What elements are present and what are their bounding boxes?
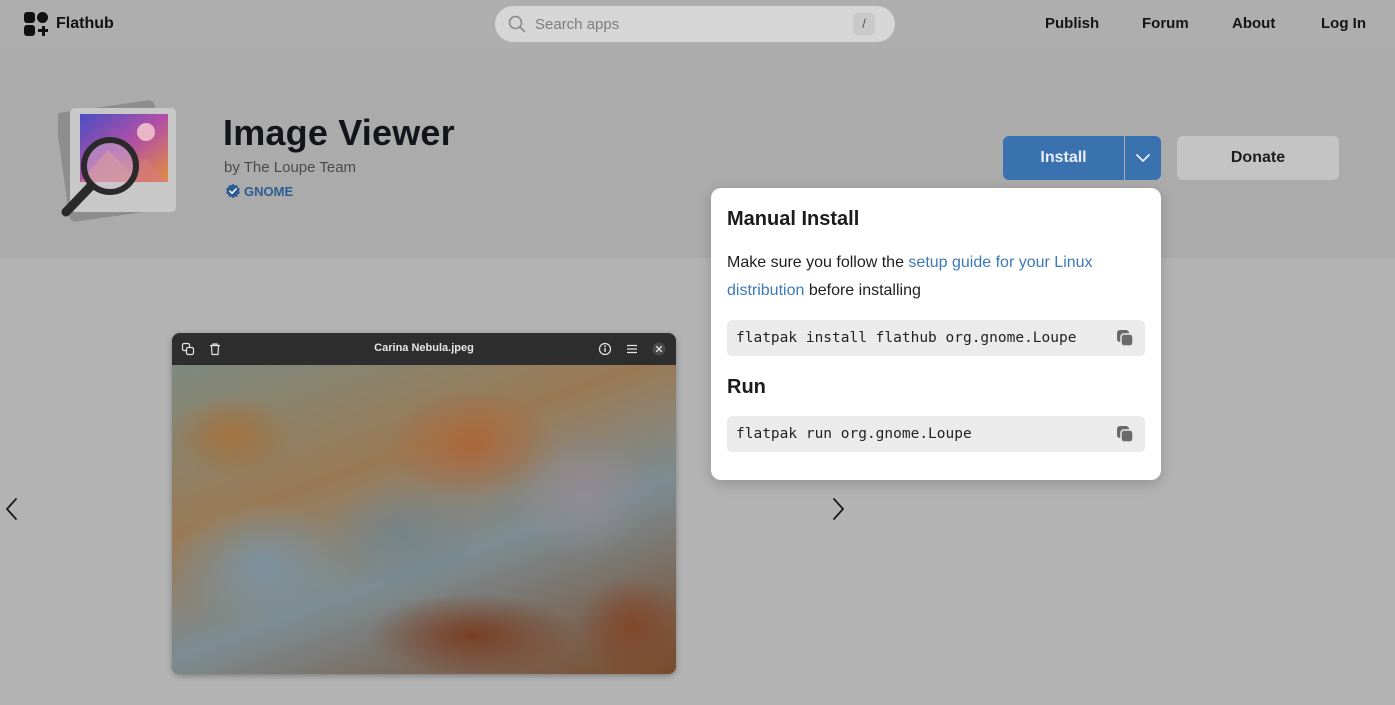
install-command[interactable]: flatpak install flathub org.gnome.Loupe <box>736 330 1076 346</box>
nav-link-publish[interactable]: Publish <box>1045 15 1099 32</box>
manual-install-popover: Manual Install Make sure you follow the … <box>711 188 1161 480</box>
verified-label: GNOME <box>244 183 294 199</box>
copy-icon[interactable] <box>1115 424 1135 444</box>
setup-intro-after: before installing <box>804 282 921 299</box>
search-icon <box>508 15 526 33</box>
app-image-viewer-icon <box>58 100 176 222</box>
flathub-logo-link[interactable]: Flathub <box>24 12 114 36</box>
info-icon <box>598 342 612 356</box>
chevron-down-icon <box>1136 154 1150 162</box>
menu-icon <box>627 344 637 354</box>
app-developer[interactable]: by The Loupe Team <box>224 159 356 176</box>
app-title: Image Viewer <box>223 112 455 153</box>
nav-link-about[interactable]: About <box>1232 15 1275 32</box>
top-navigation: Flathub / Publish Forum About Log In <box>0 0 1395 48</box>
search-input[interactable] <box>535 6 845 42</box>
verified-badge[interactable]: GNOME <box>225 183 293 199</box>
search-shortcut-hint: / <box>853 13 875 35</box>
setup-instructions: Make sure you follow the setup guide for… <box>727 249 1147 305</box>
manual-install-heading: Manual Install <box>727 208 860 230</box>
chevron-left-icon[interactable] <box>4 497 20 521</box>
run-command-box: flatpak run org.gnome.Loupe <box>727 416 1145 452</box>
nav-link-forum[interactable]: Forum <box>1142 15 1189 32</box>
verified-check-icon <box>226 183 240 199</box>
flathub-logo-icon <box>24 12 48 36</box>
chevron-right-icon[interactable] <box>830 497 846 521</box>
setup-intro-before: Make sure you follow the <box>727 254 909 271</box>
install-command-box: flatpak install flathub org.gnome.Loupe <box>727 320 1145 356</box>
install-options-dropdown-button[interactable] <box>1125 136 1161 180</box>
run-heading: Run <box>727 376 766 398</box>
run-command[interactable]: flatpak run org.gnome.Loupe <box>736 426 972 442</box>
copy-icon[interactable] <box>1115 328 1135 348</box>
search-bar[interactable] <box>495 6 895 42</box>
app-screenshot: Carina Nebula.jpeg <box>172 333 676 674</box>
donate-button[interactable]: Donate <box>1177 136 1339 180</box>
nebula-image <box>172 365 676 674</box>
brand-name: Flathub <box>56 15 114 32</box>
install-button[interactable]: Install <box>1003 136 1124 180</box>
screenshot-titlebar: Carina Nebula.jpeg <box>172 333 676 365</box>
nav-link-login[interactable]: Log In <box>1321 15 1366 32</box>
close-icon <box>652 342 666 356</box>
